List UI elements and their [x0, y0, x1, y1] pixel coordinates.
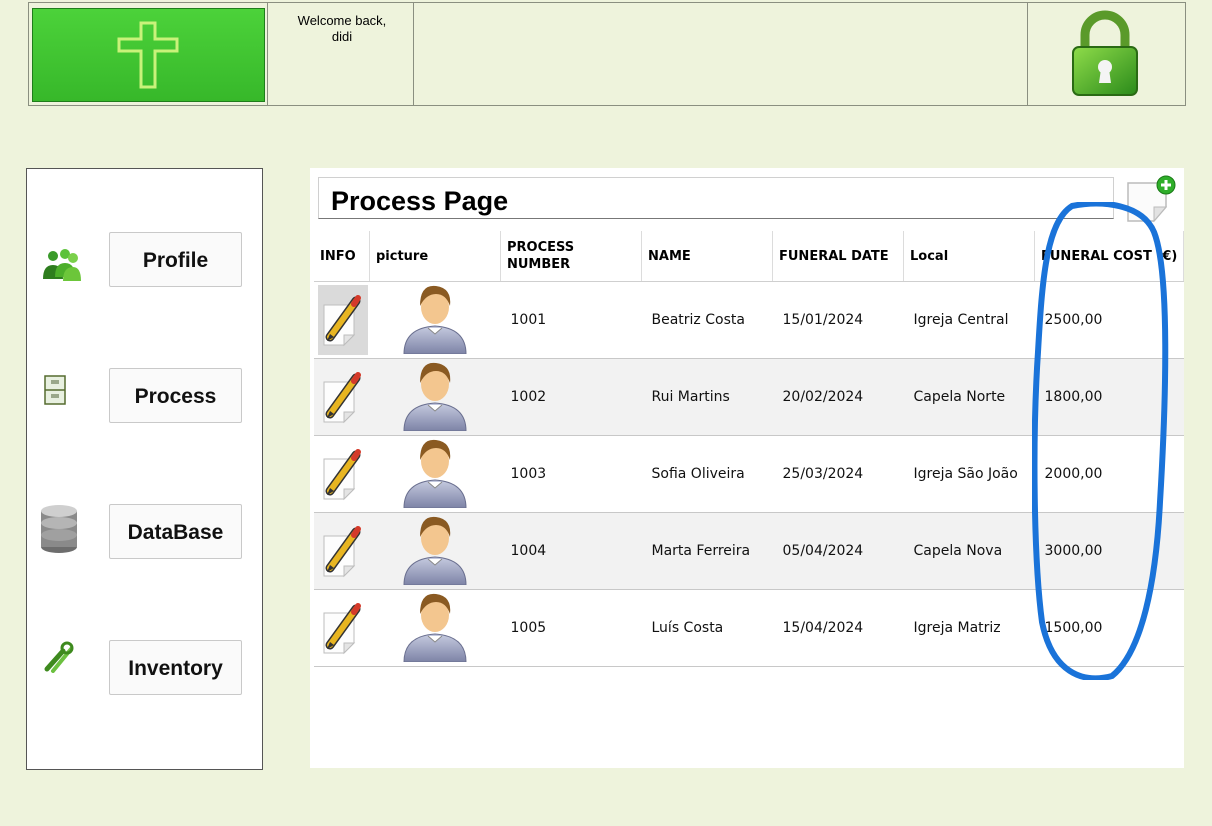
- info-cell: [314, 358, 370, 436]
- picture-cell: [369, 435, 501, 513]
- pencil-icon: [323, 295, 361, 347]
- users-icon: [43, 249, 81, 281]
- filing-cabinet-icon: [44, 375, 66, 405]
- funeral-cost-cell: 1500,00: [1034, 589, 1184, 667]
- picture-cell: [369, 281, 501, 359]
- process-number-cell: 1005: [500, 589, 642, 667]
- column-header-info[interactable]: INFO: [314, 231, 370, 282]
- picture-cell: [369, 512, 501, 590]
- lock-button[interactable]: [1065, 9, 1145, 104]
- pencil-icon: [323, 372, 361, 424]
- edit-button[interactable]: [318, 593, 368, 663]
- process-number-cell: 1003: [500, 435, 642, 513]
- funeral-cost-cell: 2000,00: [1034, 435, 1184, 513]
- person-avatar-icon: [403, 285, 467, 355]
- column-header-name[interactable]: NAME: [641, 231, 773, 282]
- info-cell: [314, 435, 370, 513]
- person-avatar-icon: [403, 516, 467, 586]
- table-row[interactable]: 1003 Sofia Oliveira 25/03/2024 Igreja Sã…: [314, 435, 1184, 513]
- person-avatar-icon: [403, 362, 467, 432]
- person-avatar-icon: [403, 593, 467, 663]
- database-icon: [41, 505, 77, 553]
- funeral-date-cell: 15/01/2024: [772, 281, 904, 359]
- sidebar: Profile Process DataBase Inventory: [26, 168, 263, 770]
- process-panel: Process Page INFO picture PROCESS NUMBER…: [310, 168, 1184, 768]
- process-number-cell: 1002: [500, 358, 642, 436]
- info-cell: [314, 512, 370, 590]
- column-header-funeral-cost[interactable]: FUNERAL COST (€): [1034, 231, 1184, 282]
- info-cell: [314, 281, 370, 359]
- local-cell: Igreja São João: [903, 435, 1035, 513]
- header-bar: Welcome back, didi: [28, 2, 1186, 106]
- welcome-message: Welcome back, didi: [297, 13, 387, 44]
- table-row[interactable]: 1005 Luís Costa 15/04/2024 Igreja Matriz…: [314, 589, 1184, 667]
- column-header-picture[interactable]: picture: [369, 231, 501, 282]
- name-cell: Beatriz Costa: [641, 281, 773, 359]
- process-table: INFO picture PROCESS NUMBER NAME FUNERAL…: [314, 231, 1184, 667]
- name-cell: Rui Martins: [641, 358, 773, 436]
- pencil-icon: [323, 603, 361, 655]
- tools-icon: [44, 641, 74, 673]
- process-number-cell: 1001: [500, 281, 642, 359]
- table-header-row: INFO picture PROCESS NUMBER NAME FUNERAL…: [314, 231, 1184, 282]
- profile-button[interactable]: Profile: [109, 232, 242, 287]
- page-title: Process Page: [331, 186, 509, 216]
- pencil-icon: [323, 449, 361, 501]
- funeral-cost-cell: 2500,00: [1034, 281, 1184, 359]
- pencil-icon: [323, 526, 361, 578]
- edit-button[interactable]: [318, 516, 368, 586]
- funeral-date-cell: 20/02/2024: [772, 358, 904, 436]
- picture-cell: [369, 358, 501, 436]
- local-cell: Capela Nova: [903, 512, 1035, 590]
- funeral-date-cell: 25/03/2024: [772, 435, 904, 513]
- local-cell: Igreja Matriz: [903, 589, 1035, 667]
- add-process-button[interactable]: [1124, 175, 1178, 230]
- local-cell: Igreja Central: [903, 281, 1035, 359]
- process-number-cell: 1004: [500, 512, 642, 590]
- edit-button[interactable]: [318, 439, 368, 509]
- app-logo: [32, 8, 265, 102]
- process-button[interactable]: Process: [109, 368, 242, 423]
- info-cell: [314, 589, 370, 667]
- edit-button[interactable]: [318, 285, 368, 355]
- database-button[interactable]: DataBase: [109, 504, 242, 559]
- table-row[interactable]: 1002 Rui Martins 20/02/2024 Capela Norte…: [314, 358, 1184, 436]
- picture-cell: [369, 589, 501, 667]
- inventory-button[interactable]: Inventory: [109, 640, 242, 695]
- column-header-process-number[interactable]: PROCESS NUMBER: [500, 231, 642, 282]
- funeral-date-cell: 05/04/2024: [772, 512, 904, 590]
- page-title-box: Process Page: [318, 177, 1114, 219]
- name-cell: Luís Costa: [641, 589, 773, 667]
- edit-button[interactable]: [318, 362, 368, 432]
- name-cell: Marta Ferreira: [641, 512, 773, 590]
- person-avatar-icon: [403, 439, 467, 509]
- name-cell: Sofia Oliveira: [641, 435, 773, 513]
- table-row[interactable]: 1004 Marta Ferreira 05/04/2024 Capela No…: [314, 512, 1184, 590]
- funeral-date-cell: 15/04/2024: [772, 589, 904, 667]
- add-document-icon: [1127, 175, 1176, 223]
- table-row[interactable]: 1001 Beatriz Costa 15/01/2024 Igreja Cen…: [314, 281, 1184, 359]
- funeral-cost-cell: 3000,00: [1034, 512, 1184, 590]
- cross-icon: [117, 21, 179, 89]
- column-header-funeral-date[interactable]: FUNERAL DATE: [772, 231, 904, 282]
- lock-icon: [1072, 10, 1138, 96]
- local-cell: Capela Norte: [903, 358, 1035, 436]
- funeral-cost-cell: 1800,00: [1034, 358, 1184, 436]
- column-header-local[interactable]: Local: [903, 231, 1035, 282]
